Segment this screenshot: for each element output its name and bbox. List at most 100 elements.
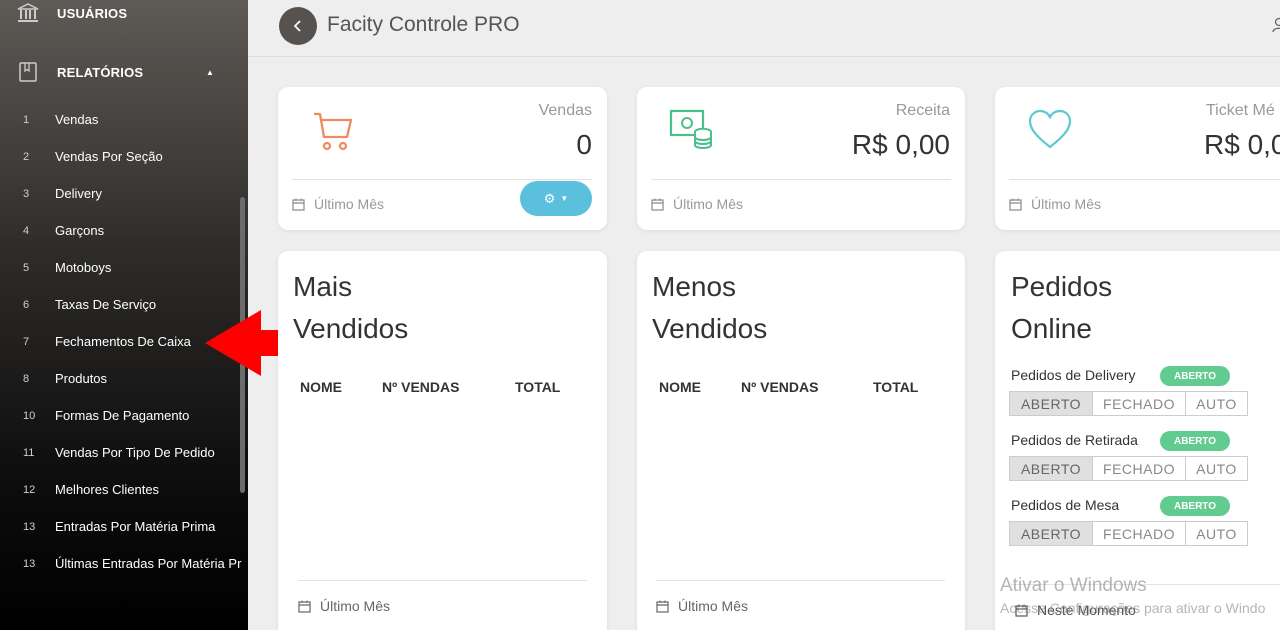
vendas-label: Vendas (538, 102, 592, 119)
ticket-footer: Último Mês (1009, 196, 1101, 212)
report-item-label: Taxas De Serviço (55, 297, 157, 312)
sidebar-report-item[interactable]: 1 Vendas (0, 101, 248, 138)
divider (292, 179, 592, 180)
topbar: Facity Controle PRO (248, 0, 1280, 57)
vendas-footer-text: Último Mês (314, 196, 385, 212)
caret-down-icon: ▼ (560, 194, 569, 203)
column-header-nome[interactable]: NOME (300, 379, 342, 395)
ticket-footer-text: Último Mês (1031, 196, 1102, 212)
sidebar-item-usuarios[interactable]: USUÁRIOS (16, 1, 127, 25)
mode-option-auto[interactable]: AUTO (1185, 521, 1248, 546)
status-badge: ABERTO (1160, 366, 1230, 386)
column-header-vendas[interactable]: Nº VENDAS (382, 379, 459, 395)
report-item-label: Motoboys (55, 260, 112, 275)
vendas-value: 0 (576, 129, 592, 160)
report-item-label: Entradas Por Matéria Prima (55, 519, 216, 534)
column-header-total[interactable]: TOTAL (515, 379, 560, 395)
sidebar-report-item[interactable]: 4 Garçons (0, 212, 248, 249)
mode-option-fechado[interactable]: FECHADO (1092, 391, 1186, 416)
report-item-number: 4 (23, 224, 30, 237)
receita-value: R$ 0,00 (851, 129, 950, 160)
title-line: Online (1011, 313, 1092, 344)
report-item-number: 5 (23, 261, 30, 274)
menos-vendidos-title: Menos Vendidos (652, 266, 767, 350)
mais-vendidos-footer-text: Último Mês (320, 598, 391, 614)
column-header-total[interactable]: TOTAL (873, 379, 918, 395)
mode-option-aberto[interactable]: ABERTO (1009, 521, 1093, 546)
sidebar-report-item[interactable]: 12 Melhores Clientes (0, 471, 248, 508)
mode-option-aberto[interactable]: ABERTO (1009, 391, 1093, 416)
online-order-label: Pedidos de Mesa (1011, 497, 1120, 513)
back-button[interactable] (279, 7, 317, 45)
mode-option-fechado[interactable]: FECHADO (1092, 521, 1186, 546)
column-header-vendas[interactable]: Nº VENDAS (741, 379, 818, 395)
mode-option-fechado[interactable]: FECHADO (1092, 456, 1186, 481)
calendar-icon (656, 600, 669, 613)
heart-icon (1028, 109, 1072, 149)
sidebar-report-item[interactable]: 3 Delivery (0, 175, 248, 212)
pedidos-online-title: Pedidos Online (1011, 266, 1112, 350)
report-item-label: Garçons (55, 223, 105, 238)
card-receita: Receita R$ 0,00 Último Mês (637, 87, 965, 230)
online-order-label: Pedidos de Delivery (1011, 367, 1136, 383)
receita-footer-text: Último Mês (673, 196, 744, 212)
order-mode-toggle-group: ABERTO FECHADO AUTO (1009, 521, 1248, 546)
sidebar-report-item[interactable]: 13 Entradas Por Matéria Prima (0, 508, 248, 545)
sidebar-item-relatorios[interactable]: RELATÓRIOS ▲ (16, 60, 214, 84)
receita-footer: Último Mês (651, 196, 743, 212)
sidebar-report-item[interactable]: 13 Últimas Entradas Por Matéria Pr (0, 545, 248, 582)
report-item-number: 1 (23, 113, 30, 126)
calendar-icon (651, 198, 664, 211)
settings-dropdown-button[interactable]: ⚙ ▼ (520, 181, 592, 216)
report-item-label: Vendas Por Tipo De Pedido (55, 445, 215, 460)
divider (298, 580, 587, 581)
mode-option-auto[interactable]: AUTO (1185, 391, 1248, 416)
report-item-number: 6 (23, 298, 30, 311)
calendar-icon (1009, 198, 1022, 211)
chevron-left-icon (293, 20, 301, 32)
shopping-cart-icon (314, 112, 353, 151)
panel-menos-vendidos: Menos Vendidos NOME Nº VENDAS TOTAL Últi… (637, 251, 965, 630)
status-badge: ABERTO (1160, 431, 1230, 451)
report-item-number: 7 (23, 335, 30, 348)
order-mode-toggle-group: ABERTO FECHADO AUTO (1009, 456, 1248, 481)
menos-vendidos-footer-text: Último Mês (678, 598, 749, 614)
mode-option-aberto[interactable]: ABERTO (1009, 456, 1093, 481)
calendar-icon (292, 198, 305, 211)
sidebar-report-item[interactable]: 10 Formas De Pagamento (0, 397, 248, 434)
report-item-number: 13 (23, 520, 36, 533)
report-item-label: Produtos (55, 371, 108, 386)
book-icon (16, 60, 40, 84)
ticket-value: R$ 0,0 (1204, 129, 1280, 160)
title-line: Pedidos (1011, 271, 1113, 302)
title-line: Mais (293, 271, 353, 302)
sidebar-label-relatorios: RELATÓRIOS (57, 64, 144, 80)
ticket-label: Ticket Mé (1206, 102, 1275, 119)
report-item-label: Formas De Pagamento (55, 408, 190, 423)
report-item-label: Fechamentos De Caixa (55, 334, 191, 349)
mais-vendidos-footer: Último Mês (298, 598, 390, 614)
windows-activation-title: Ativar o Windows (1000, 575, 1147, 596)
divider (651, 179, 951, 180)
bank-icon (16, 1, 40, 25)
report-item-number: 10 (23, 409, 36, 422)
column-header-nome[interactable]: NOME (659, 379, 701, 395)
title-line: Vendidos (652, 313, 768, 344)
panel-mais-vendidos: Mais Vendidos NOME Nº VENDAS TOTAL Últim… (278, 251, 607, 630)
sidebar-report-item[interactable]: 5 Motoboys (0, 249, 248, 286)
report-item-label: Últimas Entradas Por Matéria Pr (55, 556, 242, 571)
report-item-number: 2 (23, 150, 30, 163)
user-icon[interactable] (1272, 17, 1280, 38)
mode-option-auto[interactable]: AUTO (1185, 456, 1248, 481)
sidebar-report-item[interactable]: 2 Vendas Por Seção (0, 138, 248, 175)
status-badge: ABERTO (1160, 496, 1230, 516)
report-item-number: 12 (23, 483, 36, 496)
report-item-number: 8 (23, 372, 30, 385)
money-icon (669, 109, 712, 149)
report-item-number: 11 (23, 446, 35, 459)
vendas-footer: Último Mês (292, 196, 384, 212)
sidebar-report-item[interactable]: 11 Vendas Por Tipo De Pedido (0, 434, 248, 471)
title-line: Vendidos (293, 313, 409, 344)
report-item-label: Melhores Clientes (55, 482, 160, 497)
report-item-number: 13 (23, 557, 36, 570)
